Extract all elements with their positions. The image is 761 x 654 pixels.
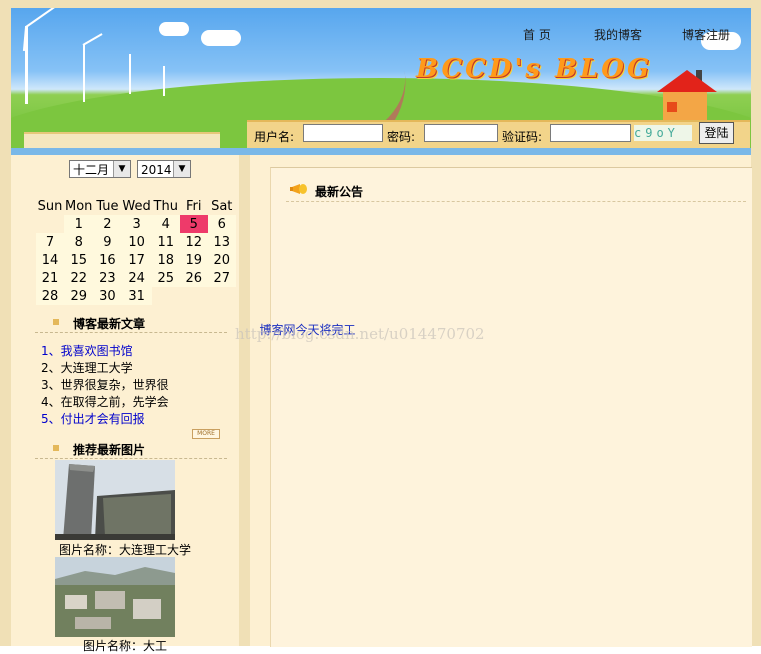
more-button[interactable]: MORE: [192, 429, 220, 439]
megaphone-icon: [290, 184, 307, 194]
calendar-day[interactable]: 30: [93, 287, 122, 305]
article-link[interactable]: 4、在取得之前，先学会: [41, 393, 169, 410]
wind-turbine: [83, 44, 85, 102]
calendar-day[interactable]: 9: [93, 233, 122, 251]
captcha-label: 验证码:: [502, 130, 543, 144]
calendar-day[interactable]: 3: [121, 215, 152, 233]
weekday-label: Fri: [186, 198, 202, 214]
captcha-input[interactable]: [550, 124, 631, 142]
calendar-day: [36, 215, 64, 233]
cloud: [201, 30, 241, 46]
month-select-value: 十二月: [73, 163, 110, 177]
wind-turbine: [129, 54, 131, 94]
calendar-day[interactable]: 28: [36, 287, 64, 305]
announcement-divider: [286, 201, 746, 202]
weekday-label: Mon: [65, 198, 93, 214]
calendar-week-row: 21 22 23 24 25 26 27: [36, 269, 236, 287]
year-select[interactable]: 2014 ▼: [137, 160, 191, 178]
cloud: [159, 22, 189, 36]
month-select[interactable]: 十二月 ▼: [69, 160, 131, 178]
recommended-pictures-header: 推荐最新图片: [35, 440, 227, 459]
weekday-label: Sat: [211, 198, 233, 214]
password-label: 密码:: [387, 130, 416, 144]
article-link[interactable]: 3、世界很复杂，世界很: [41, 376, 169, 393]
calendar-day[interactable]: 19: [179, 251, 208, 269]
blog-logo: BCCD's BLOG: [416, 54, 653, 84]
main-content: 最新公告: [250, 155, 752, 647]
calendar-week-row: 28 29 30 31: [36, 287, 236, 305]
turbine-blade: [25, 8, 58, 28]
calendar-day[interactable]: 27: [207, 269, 236, 287]
calendar-day[interactable]: 12: [179, 233, 208, 251]
calendar-weekday-row: Sun Mon Tue Wed Thu Fri Sat: [36, 197, 236, 215]
calendar-day[interactable]: 17: [121, 251, 152, 269]
calendar-day[interactable]: 23: [93, 269, 122, 287]
calendar-week-row: 7 8 9 10 11 12 13: [36, 233, 236, 251]
calendar-day[interactable]: 24: [121, 269, 152, 287]
calendar-day[interactable]: 8: [64, 233, 94, 251]
wind-turbine: [163, 66, 165, 96]
calendar-day[interactable]: 22: [64, 269, 94, 287]
calendar-day[interactable]: 18: [151, 251, 180, 269]
article-link[interactable]: 1、我喜欢图书馆: [41, 342, 133, 359]
calendar-day[interactable]: 20: [207, 251, 236, 269]
calendar-day: [180, 287, 208, 305]
calendar-day[interactable]: 31: [121, 287, 152, 305]
calendar-day-today[interactable]: 5: [179, 215, 208, 233]
calendar-day: [152, 287, 180, 305]
nav-register-link[interactable]: 博客注册: [682, 26, 730, 43]
calendar-day[interactable]: 2: [93, 215, 122, 233]
nav-my-blog-link[interactable]: 我的博客: [594, 26, 642, 43]
square-bullet-icon: [53, 445, 59, 451]
chevron-down-icon: ▼: [173, 161, 190, 177]
weekday-label: Wed: [122, 198, 151, 214]
calendar-day[interactable]: 29: [64, 287, 94, 305]
calendar: Sun Mon Tue Wed Thu Fri Sat 1 2 3 4 5 6 …: [36, 197, 236, 305]
nav-home-link[interactable]: 首 页: [523, 26, 551, 43]
announcement-title: 最新公告: [315, 185, 364, 199]
turbine-blade: [82, 33, 103, 46]
year-select-value: 2014: [141, 163, 172, 177]
house-roof: [657, 70, 717, 92]
article-link[interactable]: 2、大连理工大学: [41, 359, 133, 376]
left-sidebar: 十二月 ▼ 2014 ▼ Sun Mon Tue Wed Thu Fri Sat…: [11, 155, 239, 653]
calendar-day[interactable]: 25: [151, 269, 180, 287]
weekday-label: Tue: [96, 198, 119, 214]
header-divider: [11, 148, 751, 155]
calendar-day[interactable]: 11: [151, 233, 180, 251]
watermark: http://blog.csdn.net/u014470702: [235, 325, 485, 343]
calendar-week-row: 14 15 16 17 18 19 20: [36, 251, 236, 269]
calendar-day[interactable]: 4: [151, 215, 180, 233]
calendar-day[interactable]: 6: [207, 215, 236, 233]
article-link[interactable]: 5、付出才会有回报: [41, 410, 145, 427]
picture-caption: 图片名称：大连理工大学: [58, 543, 191, 557]
campus-building-photo[interactable]: [55, 460, 175, 540]
calendar-day[interactable]: 21: [36, 269, 64, 287]
announcement-panel: [270, 167, 752, 647]
calendar-day[interactable]: 10: [121, 233, 152, 251]
login-button[interactable]: 登陆: [699, 122, 734, 144]
chevron-down-icon: ▼: [113, 161, 130, 177]
captcha-image[interactable]: c9oY: [634, 125, 692, 141]
campus-aerial-photo[interactable]: [55, 557, 175, 637]
calendar-day[interactable]: 14: [36, 251, 64, 269]
calendar-day[interactable]: 15: [64, 251, 94, 269]
password-input[interactable]: [424, 124, 498, 142]
calendar-week-row: 1 2 3 4 5 6: [36, 215, 236, 233]
calendar-day[interactable]: 13: [207, 233, 236, 251]
weekday-label: Thu: [153, 198, 178, 214]
username-input[interactable]: [303, 124, 383, 142]
calendar-day[interactable]: 1: [64, 215, 94, 233]
recommended-pictures-title: 推荐最新图片: [73, 443, 146, 457]
username-label: 用户名:: [254, 130, 295, 144]
login-bar: 用户名: 密码: 验证码: c9oY 登陆: [247, 120, 750, 150]
calendar-day[interactable]: 16: [93, 251, 122, 269]
weekday-label: Sun: [37, 198, 63, 214]
calendar-day[interactable]: 7: [36, 233, 64, 251]
calendar-day: [208, 287, 236, 305]
calendar-day[interactable]: 26: [179, 269, 208, 287]
house-window: [667, 102, 677, 112]
